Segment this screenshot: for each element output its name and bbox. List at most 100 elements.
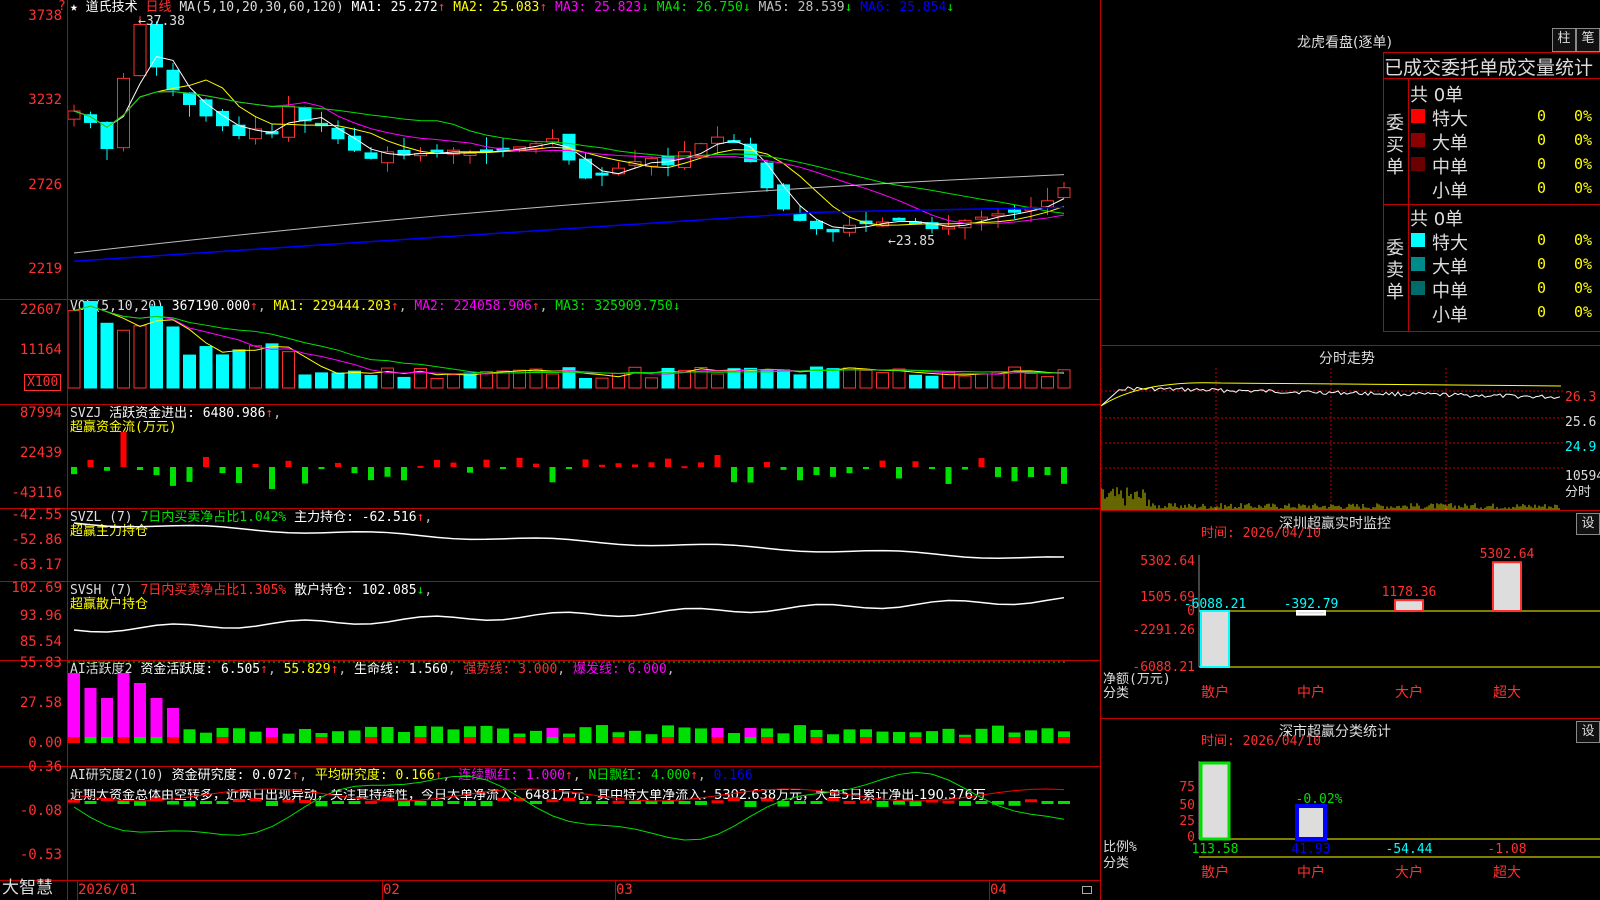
- lhkp-divider: [1408, 78, 1409, 331]
- ai1-base: [596, 737, 608, 743]
- ai1-base: [282, 737, 295, 743]
- fl-time: 时间: 2026/04/10: [1201, 734, 1321, 749]
- svzj-bar: [1061, 467, 1067, 484]
- bar-mode-button[interactable]: 柱: [1552, 28, 1576, 52]
- volume-bar: [1041, 376, 1054, 389]
- svzj-panel[interactable]: SVZJ 活跃资金进出: 6480.986↑, 超赢资金流(万元) 87994 …: [0, 405, 1100, 508]
- svsh-panel[interactable]: SVSH (7) 7日内买卖净占比1.305% 散户持仓: 102.085↓, …: [0, 580, 1100, 660]
- ai2-bar: [117, 801, 130, 804]
- svzj-y-label: 22439: [19, 445, 62, 461]
- svzj-bar: [71, 467, 77, 475]
- ai2-bar: [827, 797, 839, 801]
- svzj-bar: [995, 467, 1001, 477]
- order-percent: 0%: [1574, 179, 1593, 197]
- ai1-base: [975, 737, 988, 743]
- sz-category-label: 超大: [1493, 685, 1521, 701]
- volume-bar: [909, 374, 922, 389]
- legend-swatch: [1411, 133, 1425, 147]
- order-size-label: 小单: [1432, 305, 1468, 326]
- svsh-chart[interactable]: [68, 582, 1100, 660]
- lock-icon[interactable]: [1082, 886, 1092, 894]
- svsh-y-label: 102.69: [11, 580, 62, 596]
- fl-unit-label: 比例%: [1103, 840, 1137, 855]
- intraday-title: 分时走势: [1319, 351, 1375, 367]
- fl-value-label: -54.44: [1386, 842, 1433, 857]
- ai2-bar: [860, 800, 872, 804]
- ai2-bar: [398, 801, 410, 807]
- ai2-bar: [711, 800, 724, 804]
- ai-activity-chart[interactable]: [68, 661, 1100, 766]
- order-count: 0: [1537, 255, 1547, 273]
- ai-activity-panel[interactable]: AI活跃度2 资金活跃度: 6.505↑, 55.829↑, 生命线: 1.56…: [0, 655, 1100, 766]
- svzj-bar: [401, 467, 407, 481]
- brand-label[interactable]: 大智慧: [2, 880, 53, 897]
- lhkp-tabs[interactable]: 已成交委托单成交量统计: [1384, 53, 1593, 80]
- ai1-base: [629, 737, 641, 743]
- ai2-bar: [1041, 801, 1054, 804]
- ai-research-chart[interactable]: [68, 767, 1100, 880]
- sz-class-chart[interactable]: 7550250-0.02%113.58 41.93 -54.44 -1.08比例%分类…: [1101, 753, 1600, 900]
- ai2-bar: [959, 801, 971, 806]
- volume-chart[interactable]: [68, 300, 1100, 404]
- svzj-bar: [252, 463, 259, 467]
- candle-body: [793, 213, 807, 221]
- volume-bar: [826, 368, 840, 389]
- ai1-bar: [84, 688, 97, 743]
- sz-category-label: 散户: [1201, 684, 1229, 701]
- fl-y-label: 50: [1179, 798, 1195, 813]
- vol-unit-box: X100: [24, 374, 62, 391]
- ai-research-panel[interactable]: AI研究度2(10) 资金研究度: 0.072↑, 平均研究度: 0.166↑,…: [0, 759, 1100, 880]
- ai2-bar: [761, 798, 773, 802]
- low-note: ←23.85: [888, 234, 935, 249]
- svzj-bar: [434, 459, 440, 467]
- legend-swatch: [1411, 233, 1425, 247]
- sz-settings-button[interactable]: 设: [1576, 513, 1600, 535]
- ai1-base: [497, 737, 509, 743]
- main-chart-panel[interactable]: ? ★ 道氏技术 日线 MA(5,10,20,30,60,120) MA1: 2…: [0, 0, 1100, 299]
- order-count: 0: [1537, 179, 1547, 197]
- intraday-panel[interactable]: 分时走势 26.3 25.6 24.9 10594 分时: [1101, 346, 1600, 510]
- candle-body: [331, 127, 345, 140]
- intraday-chart[interactable]: [1101, 368, 1564, 510]
- ai1-base: [645, 737, 658, 743]
- candlestick-chart[interactable]: [68, 0, 1100, 299]
- volume-bar: [843, 367, 856, 389]
- svzj-y-label: 87994: [19, 405, 62, 421]
- ai2-bar: [480, 801, 493, 807]
- svzl-panel[interactable]: SVZL (7) 7日内买卖净占比1.042% 主力持仓: -62.516↑, …: [0, 507, 1100, 581]
- candle-body: [1057, 187, 1071, 199]
- volume-bar: [298, 374, 312, 389]
- volume-bar: [1024, 372, 1038, 389]
- fl-value-label: 41.93: [1291, 842, 1330, 857]
- sz-monitor-panel[interactable]: 深圳超赢实时监控 设 时间: 2026/04/10 5302.64 1505.69…: [1101, 511, 1600, 718]
- volume-bar: [68, 310, 81, 389]
- sz-unit-label: 净额(万元): [1103, 672, 1171, 687]
- ai1-base: [860, 737, 872, 743]
- sz-class-panel[interactable]: 深市超赢分类统计 设 时间: 2026/04/10 75 50 25 0 -0.02% 1…: [1101, 719, 1600, 900]
- volume-bar: [711, 373, 724, 389]
- tick-mode-button[interactable]: 笔: [1576, 28, 1600, 52]
- svzj-bar: [929, 467, 935, 469]
- svzj-bar: [120, 432, 127, 467]
- ai2-bar: [563, 797, 575, 801]
- fl-settings-button[interactable]: 设: [1576, 721, 1600, 743]
- candle-body: [84, 114, 97, 123]
- volume-panel[interactable]: VOL(5,10,20) 367190.000↑, MA1: 229444.20…: [0, 300, 1100, 404]
- fl-category-label: 大户: [1395, 864, 1423, 881]
- svzj-chart[interactable]: [68, 405, 1100, 508]
- candle-body: [942, 226, 955, 230]
- sz-monitor-chart[interactable]: 5302.641505.690-2291.26-6088.21-6088.21-…: [1101, 545, 1600, 718]
- ai2-bar: [464, 801, 476, 806]
- svzj-bar: [912, 461, 919, 467]
- ai1-base: [909, 737, 922, 743]
- candle-body: [760, 162, 774, 189]
- ai1-base: [381, 737, 394, 743]
- order-percent: 0%: [1574, 255, 1593, 273]
- svzl-chart[interactable]: [68, 509, 1100, 581]
- ai1-base: [530, 737, 542, 743]
- volume-bar: [925, 375, 939, 389]
- ai1-base: [893, 737, 905, 743]
- volume-bar: [199, 346, 213, 389]
- ai1-base: [810, 737, 823, 743]
- fl-value-label: -1.08: [1487, 842, 1526, 857]
